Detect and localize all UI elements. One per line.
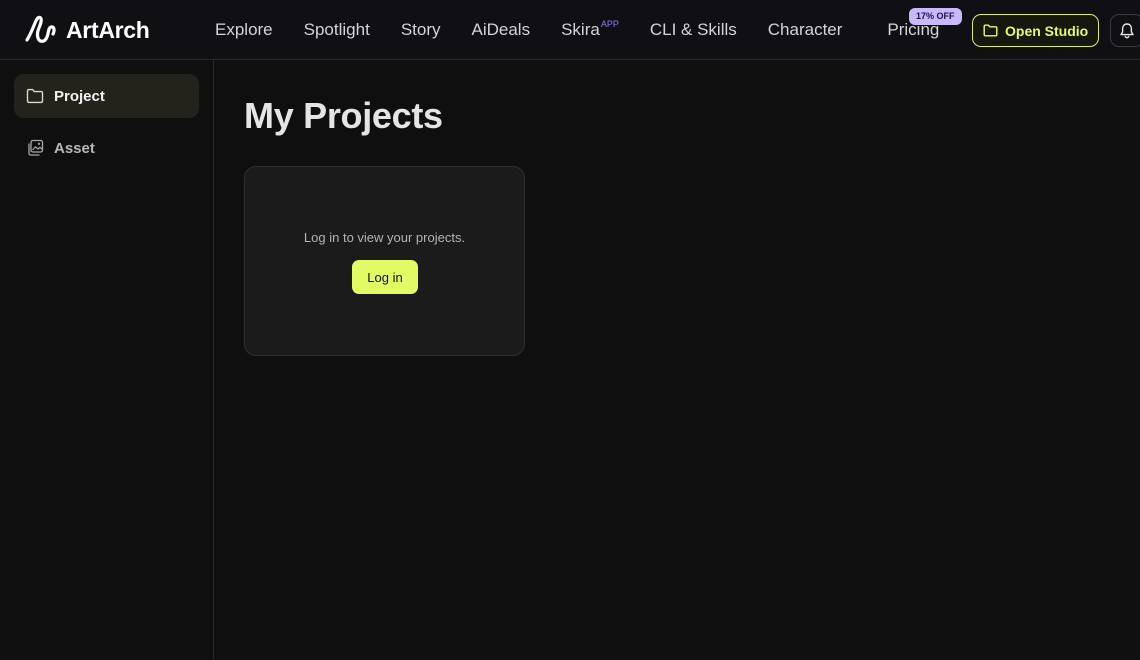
login-prompt-card: Log in to view your projects. Log in: [244, 166, 525, 356]
main-nav: Explore Spotlight Story AiDeals SkiraAPP…: [215, 0, 970, 60]
nav-skira-label: Skira: [561, 20, 600, 39]
login-message: Log in to view your projects.: [303, 230, 466, 245]
login-button[interactable]: Log in: [352, 260, 418, 294]
bell-icon: [1120, 23, 1134, 39]
artarch-logo-icon: [25, 15, 56, 43]
nav-aideals[interactable]: AiDeals: [472, 20, 531, 40]
sidebar-item-project[interactable]: Project: [14, 74, 199, 118]
open-studio-button[interactable]: Open Studio: [972, 14, 1100, 47]
nav-skira-app-tag: APP: [600, 19, 619, 29]
sidebar-item-label: Asset: [54, 139, 95, 157]
page-title: My Projects: [244, 95, 443, 136]
nav-spotlight[interactable]: Spotlight: [304, 20, 370, 40]
sidebar-item-label: Project: [54, 87, 105, 105]
nav-explore[interactable]: Explore: [215, 20, 273, 40]
sidebar: Project Asset: [0, 60, 214, 660]
brand-name: ArtArch: [66, 16, 150, 43]
brand-logo[interactable]: ArtArch: [24, 14, 150, 46]
nav-story[interactable]: Story: [401, 20, 441, 40]
pricing-discount-badge: 17% OFF: [909, 8, 962, 25]
nav-character[interactable]: Character: [768, 20, 843, 40]
top-navigation-bar: ArtArch Explore Spotlight Story AiDeals …: [0, 0, 1140, 60]
folder-icon: [983, 24, 998, 37]
open-studio-label: Open Studio: [1005, 22, 1089, 39]
image-stack-icon: [28, 139, 44, 156]
sidebar-item-asset[interactable]: Asset: [14, 126, 199, 170]
nav-skira[interactable]: SkiraAPP: [561, 20, 619, 40]
notifications-button[interactable]: [1110, 14, 1140, 47]
folder-icon: [26, 88, 44, 104]
nav-cli-skills[interactable]: CLI & Skills: [650, 20, 737, 40]
